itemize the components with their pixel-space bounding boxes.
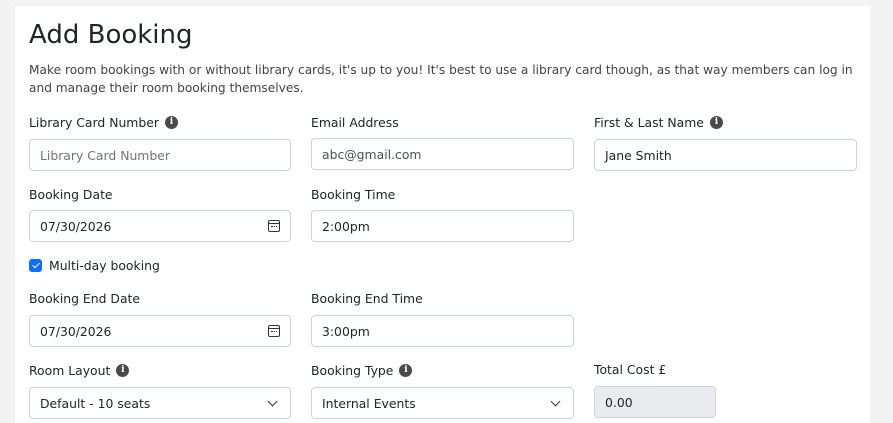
- booking-date-field[interactable]: 07/30/2026: [29, 210, 291, 242]
- info-icon[interactable]: i: [399, 364, 413, 377]
- multi-day-label: Multi-day booking: [49, 258, 160, 273]
- end-date-value: 07/30/2026: [40, 323, 112, 339]
- total-cost-value: 0.00: [605, 394, 633, 410]
- booking-date-label: Booking Date: [29, 187, 113, 202]
- booking-type-value: Internal Events: [322, 395, 416, 411]
- library-card-input[interactable]: [29, 139, 291, 171]
- room-layout-label: Room Layout i: [29, 363, 130, 378]
- end-time-field[interactable]: 3:00pm: [311, 315, 574, 347]
- page-title: Add Booking: [29, 20, 193, 50]
- info-icon[interactable]: i: [164, 116, 178, 129]
- booking-time-label: Booking Time: [311, 187, 396, 202]
- total-cost-field: 0.00: [594, 386, 716, 418]
- library-card-label: Library Card Number i: [29, 115, 178, 130]
- end-date-field[interactable]: 07/30/2026: [29, 315, 291, 347]
- calendar-icon[interactable]: [268, 325, 280, 337]
- page-description: Make room bookings with or without libra…: [29, 63, 853, 95]
- chevron-down-icon[interactable]: [267, 396, 278, 406]
- end-time-label: Booking End Time: [311, 291, 423, 306]
- email-field[interactable]: abc@gmail.com: [311, 138, 574, 170]
- email-value: abc@gmail.com: [322, 146, 422, 162]
- room-layout-select[interactable]: Default - 10 seats: [29, 387, 291, 419]
- booking-type-label: Booking Type i: [311, 363, 413, 378]
- booking-time-value: 2:00pm: [322, 218, 370, 234]
- room-layout-value: Default - 10 seats: [40, 395, 151, 411]
- name-label: First & Last Name i: [594, 115, 723, 130]
- chevron-down-icon[interactable]: [550, 396, 561, 406]
- booking-time-field[interactable]: 2:00pm: [311, 210, 574, 242]
- total-cost-label: Total Cost £: [594, 362, 667, 377]
- info-icon[interactable]: i: [116, 364, 130, 377]
- calendar-icon[interactable]: [268, 220, 280, 232]
- library-card-text[interactable]: [40, 147, 280, 163]
- multi-day-row[interactable]: Multi-day booking: [29, 258, 160, 273]
- multi-day-checkbox[interactable]: [29, 259, 42, 272]
- booking-type-select[interactable]: Internal Events: [311, 387, 574, 419]
- end-date-label: Booking End Date: [29, 291, 141, 306]
- name-value: Jane Smith: [605, 147, 672, 163]
- name-field[interactable]: Jane Smith: [594, 139, 857, 171]
- email-label: Email Address: [311, 115, 399, 130]
- info-icon[interactable]: i: [709, 116, 723, 129]
- end-time-value: 3:00pm: [322, 323, 370, 339]
- booking-date-value: 07/30/2026: [40, 218, 112, 234]
